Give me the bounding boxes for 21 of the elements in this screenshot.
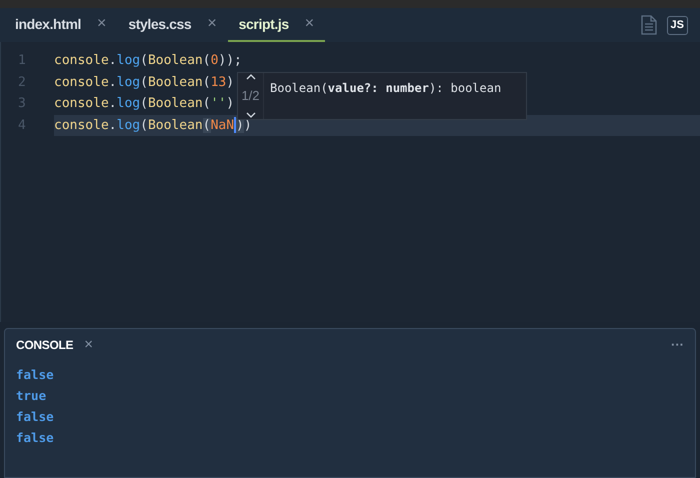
close-icon[interactable]: ×: [207, 12, 217, 36]
javascript-badge[interactable]: JS: [666, 16, 688, 34]
code-line: console.log(Boolean(''): [54, 95, 234, 113]
console-output-line: true: [16, 387, 48, 405]
console-output-line: false: [16, 408, 55, 426]
overload-counter: 1/2: [241, 88, 260, 104]
close-icon[interactable]: ×: [84, 334, 94, 356]
file-tab[interactable]: index.html ×: [4, 8, 118, 42]
code-line: console.log(Boolean(13): [54, 74, 234, 92]
console-output-line: false: [16, 366, 55, 384]
document-icon[interactable]: [640, 15, 657, 35]
file-tab[interactable]: styles.css ×: [117, 8, 228, 42]
signature-text: Boolean(value?: number): boolean: [269, 80, 502, 97]
close-icon[interactable]: ×: [97, 12, 106, 36]
chevron-up-icon[interactable]: [246, 74, 256, 80]
console-output-line: false: [16, 429, 55, 447]
code-line: console.log(Boolean(0));: [54, 52, 242, 70]
console-title: CONSOLE: [16, 337, 74, 354]
chevron-down-icon[interactable]: [246, 112, 256, 118]
more-icon[interactable]: ···: [671, 335, 684, 355]
close-icon[interactable]: ×: [304, 12, 314, 36]
